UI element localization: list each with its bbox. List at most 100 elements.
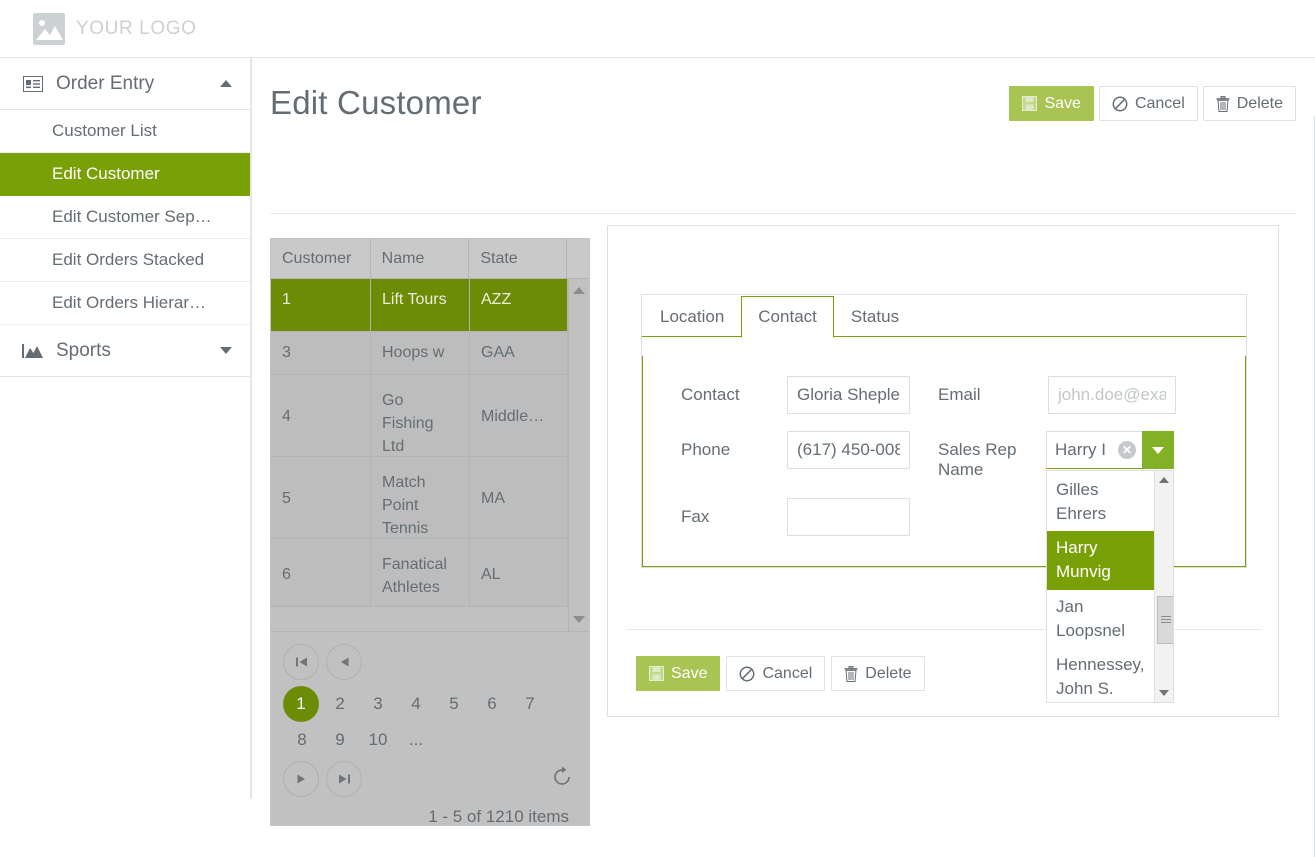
combobox-options: Gilles Ehrers Harry Munvig Jan Loopsnel … — [1047, 471, 1154, 702]
fax-input[interactable] — [787, 497, 910, 536]
pager-page-8[interactable]: 8 — [283, 722, 321, 758]
sidebar-item-label: Customer List — [52, 121, 157, 140]
pager-page-more[interactable]: ... — [397, 722, 435, 758]
form-actions: Save Cancel Delete — [636, 656, 925, 691]
pager-page-9[interactable]: 9 — [321, 722, 359, 758]
tab-label: Status — [850, 307, 900, 326]
tab-location[interactable]: Location — [643, 296, 742, 337]
cell-state: AL — [470, 539, 568, 606]
pager-page-6[interactable]: 6 — [473, 686, 511, 722]
scrollbar-thumb[interactable] — [1156, 596, 1173, 644]
scroll-up-arrow-icon[interactable] — [573, 287, 585, 294]
tab-status[interactable]: Status — [833, 296, 917, 337]
page-header: Edit Customer Save Cancel Delete — [252, 58, 1315, 214]
form-row-contact-email: Contact Email — [661, 376, 1227, 414]
cancel-button-label: Cancel — [1134, 94, 1185, 112]
grid-column-header-spacer — [567, 239, 589, 278]
combobox-scrollbar[interactable] — [1153, 471, 1173, 702]
chevron-up-icon[interactable] — [220, 80, 232, 87]
sidebar-group-label: Order Entry — [56, 72, 155, 94]
grid-pager: 1 2 3 4 5 6 7 8 9 10 ... 1 - 5 of 1210 i… — [271, 631, 589, 826]
grid-header-row: Customer Name State — [271, 239, 589, 279]
list-item[interactable]: Gilles Ehrers — [1047, 473, 1154, 531]
save-button[interactable]: Save — [1009, 86, 1094, 121]
main-content: Edit Customer Save Cancel Delete Custome… — [251, 58, 1315, 857]
combobox-input-area[interactable]: Harry I ✕ — [1046, 431, 1174, 469]
cell-state: MA — [470, 457, 568, 538]
pager-page-4[interactable]: 4 — [397, 686, 435, 722]
tab-contact[interactable]: Contact — [741, 296, 834, 338]
sidebar-item-label: Edit Orders Stacked — [52, 250, 205, 269]
cell-name: Fanatical Athletes — [371, 539, 470, 606]
cancel-button[interactable]: Cancel — [1098, 86, 1198, 121]
cell-customer: 6 — [271, 539, 371, 606]
cell-state: AZZ — [470, 279, 568, 331]
logo-text: YOUR LOGO — [76, 18, 197, 39]
sidebar-item-edit-orders-hierarchical[interactable]: Edit Orders Hierar… — [0, 282, 250, 325]
email-field[interactable] — [1048, 376, 1176, 414]
sidebar-group-sports[interactable]: Sports — [0, 325, 250, 377]
sidebar-item-edit-customer-sep[interactable]: Edit Customer Sep… — [0, 196, 250, 239]
mountain-chart-icon — [22, 340, 44, 362]
table-row[interactable]: 5 Match Point Tennis MA — [271, 457, 568, 539]
previous-page-icon[interactable] — [326, 644, 362, 680]
pager-page-10[interactable]: 10 — [359, 722, 397, 758]
table-row[interactable]: 3 Hoops w GAA — [271, 332, 568, 375]
sidebar-item-edit-customer[interactable]: Edit Customer — [0, 153, 250, 196]
contact-label: Contact — [681, 385, 740, 404]
combobox-selected-value: Harry I — [1055, 440, 1106, 459]
grid-vertical-scrollbar[interactable] — [568, 279, 589, 631]
grid-column-header-customer[interactable]: Customer — [271, 239, 371, 278]
refresh-icon[interactable] — [551, 766, 573, 792]
no-entry-icon — [1112, 96, 1128, 112]
cell-customer: 4 — [271, 375, 371, 456]
cell-state: Middle… — [470, 375, 568, 456]
floppy-save-icon — [1022, 96, 1038, 111]
table-row[interactable]: 4 Go Fishing Ltd Middle… — [271, 375, 568, 457]
go-to-last-page-icon[interactable] — [326, 761, 362, 797]
sidebar-item-edit-orders-stacked[interactable]: Edit Orders Stacked — [0, 239, 250, 282]
list-item[interactable]: Jan Loopsnel — [1047, 590, 1154, 648]
sales-rep-combobox[interactable]: Harry I ✕ Gilles Ehrers Harry Munvig Jan… — [1046, 431, 1174, 703]
fax-label: Fax — [681, 506, 710, 526]
form-save-button[interactable]: Save — [636, 656, 721, 691]
scroll-up-arrow-icon[interactable] — [1158, 477, 1169, 483]
email-label: Email — [938, 385, 981, 404]
scroll-down-arrow-icon[interactable] — [573, 616, 585, 623]
logo[interactable]: YOUR LOGO — [33, 13, 196, 45]
cell-customer: 1 — [271, 279, 371, 331]
tab-panel-contact: Contact Email Phone — [642, 337, 1246, 703]
clear-x-icon[interactable]: ✕ — [1118, 441, 1136, 459]
delete-button[interactable]: Delete — [1202, 86, 1296, 121]
chevron-down-icon[interactable] — [1142, 431, 1174, 469]
floppy-save-icon — [649, 666, 664, 681]
pager-page-1[interactable]: 1 — [283, 686, 319, 722]
grid-column-header-state[interactable]: State — [469, 239, 567, 278]
pager-page-2[interactable]: 2 — [321, 686, 359, 722]
list-item[interactable]: Hennessey, John S. — [1047, 648, 1154, 702]
form-cancel-button[interactable]: Cancel — [726, 656, 826, 691]
chevron-down-icon[interactable] — [220, 347, 232, 354]
phone-input[interactable] — [787, 431, 910, 469]
sidebar-group-order-entry[interactable]: Order Entry — [0, 58, 250, 110]
next-page-icon[interactable] — [283, 761, 319, 797]
cell-name: Go Fishing Ltd — [371, 375, 470, 456]
contact-input[interactable] — [787, 376, 910, 414]
table-row[interactable]: 1 Lift Tours AZZ — [271, 279, 568, 332]
pager-page-7[interactable]: 7 — [511, 686, 549, 722]
image-placeholder-icon — [33, 13, 65, 45]
table-row[interactable]: 6 Fanatical Athletes AL — [271, 539, 568, 607]
scroll-down-arrow-icon[interactable] — [1158, 690, 1169, 696]
sidebar-item-label: Edit Orders Hierar… — [52, 293, 206, 312]
form-delete-button[interactable]: Delete — [831, 656, 925, 691]
contact-card-icon — [22, 73, 44, 95]
cell-name: Hoops w — [371, 332, 470, 374]
combobox-dropdown-list[interactable]: Gilles Ehrers Harry Munvig Jan Loopsnel … — [1046, 470, 1174, 703]
pager-page-3[interactable]: 3 — [359, 686, 397, 722]
grid-column-header-name[interactable]: Name — [371, 239, 470, 278]
pager-page-5[interactable]: 5 — [435, 686, 473, 722]
header-divider — [270, 213, 1296, 214]
sidebar-item-customer-list[interactable]: Customer List — [0, 110, 250, 153]
go-to-first-page-icon[interactable] — [283, 644, 319, 680]
list-item[interactable]: Harry Munvig — [1047, 531, 1154, 590]
